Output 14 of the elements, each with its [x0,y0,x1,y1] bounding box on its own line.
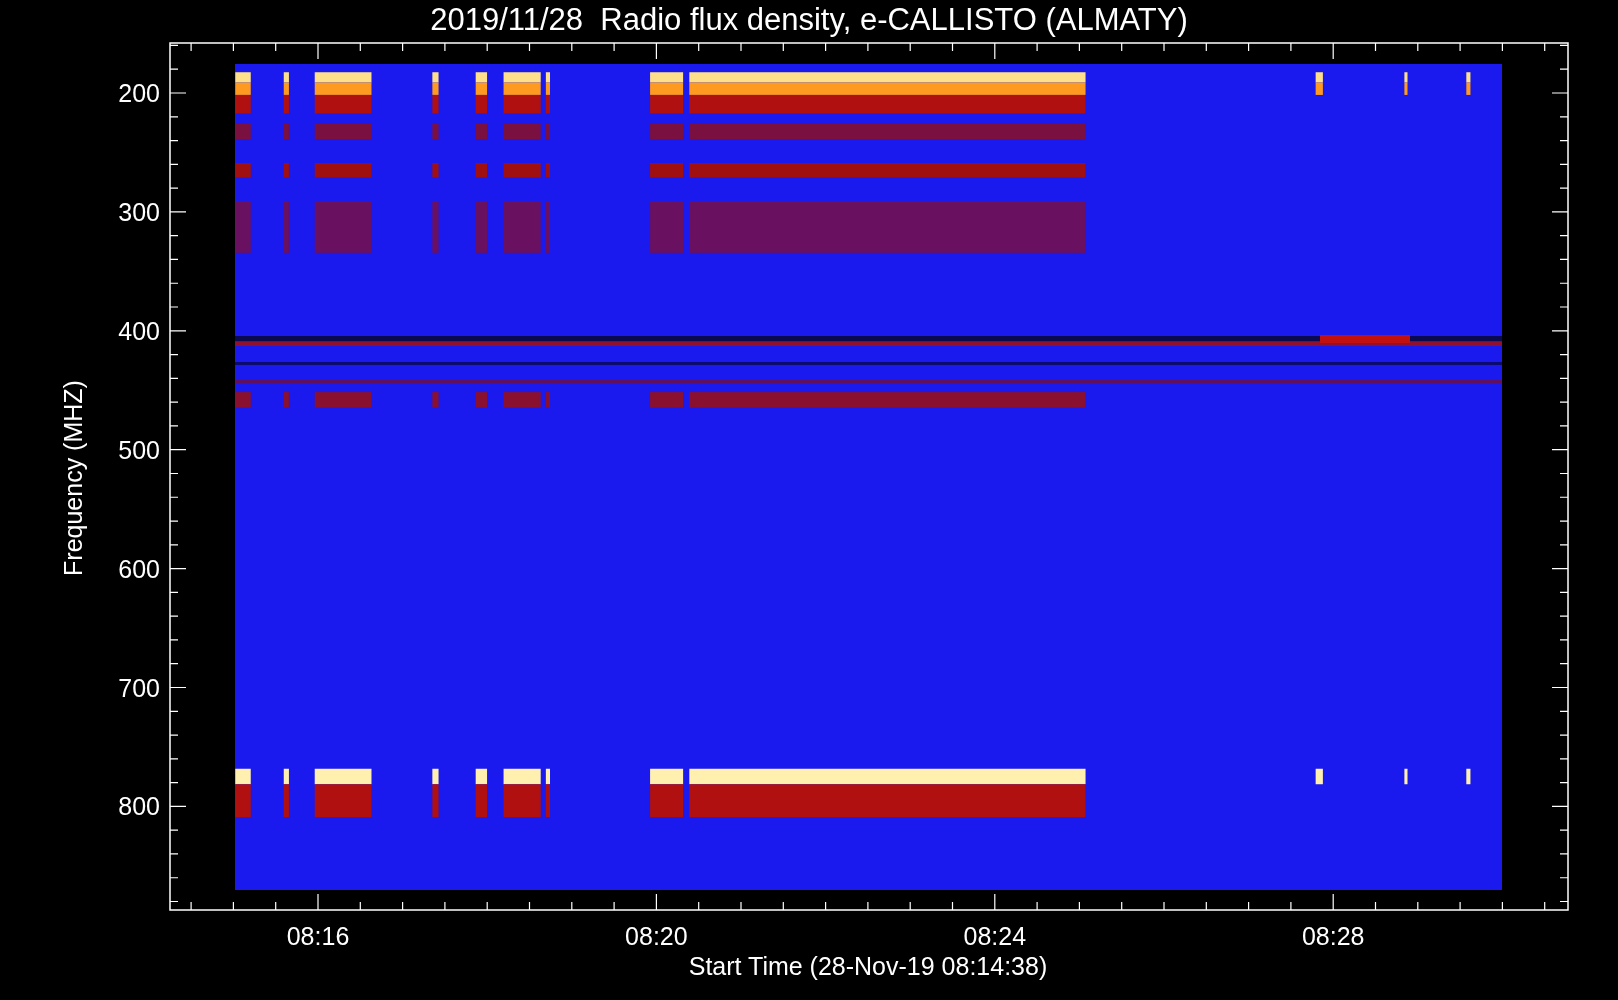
x-tick-label: 08:24 [963,922,1027,950]
y-tick-label: 700 [118,673,160,702]
y-tick-label: 300 [118,197,160,226]
x-tick-label: 08:28 [1301,922,1365,950]
x-tick-label: 08:16 [286,922,350,950]
y-tick-label: 500 [118,435,160,464]
y-tick-label: 600 [118,554,160,583]
y-axis-label: Frequency (MHZ) [59,380,87,576]
chart-title: 2019/11/28 Radio flux density, e-CALLISTO (ALMATY) [430,2,1188,37]
x-axis-label: Start Time (28-Nov-19 08:14:38) [688,952,1048,980]
y-tick-label: 800 [118,792,160,821]
y-tick-label: 200 [118,79,160,107]
y-tick-label: 400 [118,316,160,345]
x-tick-label: 08:20 [625,922,688,950]
